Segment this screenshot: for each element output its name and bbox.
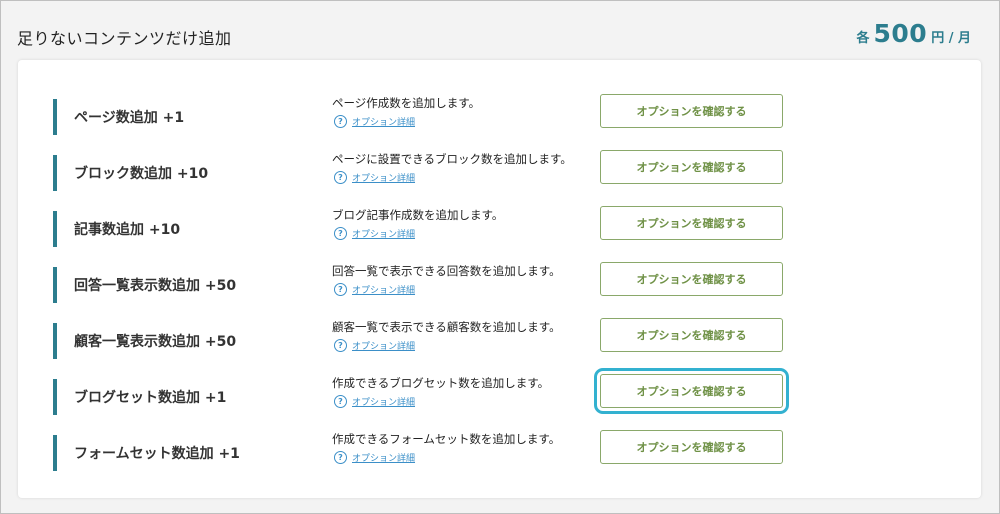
option-detail-link[interactable]: ? オプション詳細 [334, 115, 415, 128]
option-detail-label[interactable]: オプション詳細 [352, 451, 415, 464]
question-icon: ? [334, 115, 347, 128]
option-row: 記事数追加 +10 ブログ記事作成数を追加します。 ? オプション詳細 オプショ… [18, 206, 981, 262]
option-name: ページ数追加 +1 [74, 110, 185, 126]
option-description: ページ作成数を追加します。 [332, 96, 481, 110]
option-description: ブログ記事作成数を追加します。 [332, 208, 504, 222]
check-option-button[interactable]: オプションを確認する [594, 368, 789, 414]
option-name: 回答一覧表示数追加 +50 [74, 278, 237, 294]
options-card: ページ数追加 +1 ページ作成数を追加します。 ? オプション詳細 オプションを… [18, 60, 981, 498]
option-name: ブロック数追加 +10 [74, 166, 209, 182]
option-detail-label[interactable]: オプション詳細 [352, 395, 415, 408]
question-icon: ? [334, 227, 347, 240]
question-icon: ? [334, 451, 347, 464]
option-detail-label[interactable]: オプション詳細 [352, 115, 415, 128]
option-description: 作成できるブログセット数を追加します。 [332, 376, 550, 390]
accent-bar [53, 99, 57, 135]
price-amount: 500 [873, 19, 928, 48]
option-description: ページに設置できるブロック数を追加します。 [332, 152, 572, 166]
check-option-button[interactable]: オプションを確認する [600, 150, 783, 184]
check-option-button[interactable]: オプションを確認する [600, 94, 783, 128]
option-detail-link[interactable]: ? オプション詳細 [334, 395, 415, 408]
option-detail-label[interactable]: オプション詳細 [352, 339, 415, 352]
accent-bar [53, 267, 57, 303]
option-name: 記事数追加 +10 [74, 222, 181, 238]
option-name: 顧客一覧表示数追加 +50 [74, 334, 237, 350]
check-option-button[interactable]: オプションを確認する [600, 430, 783, 464]
option-detail-link[interactable]: ? オプション詳細 [334, 171, 415, 184]
question-icon: ? [334, 395, 347, 408]
question-icon: ? [334, 339, 347, 352]
option-row: フォームセット数追加 +1 作成できるフォームセット数を追加します。 ? オプシ… [18, 430, 981, 486]
option-row: ページ数追加 +1 ページ作成数を追加します。 ? オプション詳細 オプションを… [18, 94, 981, 150]
option-row: 顧客一覧表示数追加 +50 顧客一覧で表示できる顧客数を追加します。 ? オプシ… [18, 318, 981, 374]
check-option-button[interactable]: オプションを確認する [600, 206, 783, 240]
options-panel: 足りないコンテンツだけ追加 各 500 円 / 月 ページ数追加 +1 ページ作… [0, 0, 1000, 514]
check-option-button[interactable]: オプションを確認する [600, 262, 783, 296]
question-icon: ? [334, 171, 347, 184]
option-detail-link[interactable]: ? オプション詳細 [334, 339, 415, 352]
option-description: 作成できるフォームセット数を追加します。 [332, 432, 561, 446]
option-detail-label[interactable]: オプション詳細 [352, 283, 415, 296]
check-option-button[interactable]: オプションを確認する [600, 318, 783, 352]
option-row: ブロック数追加 +10 ページに設置できるブロック数を追加します。 ? オプショ… [18, 150, 981, 206]
option-description: 顧客一覧で表示できる顧客数を追加します。 [332, 320, 561, 334]
option-name: ブログセット数追加 +1 [74, 390, 227, 406]
option-row: ブログセット数追加 +1 作成できるブログセット数を追加します。 ? オプション… [18, 368, 981, 430]
option-detail-label[interactable]: オプション詳細 [352, 171, 415, 184]
accent-bar [53, 379, 57, 415]
question-icon: ? [334, 283, 347, 296]
accent-bar [53, 435, 57, 471]
price-prefix: 各 [856, 31, 870, 46]
option-name: フォームセット数追加 +1 [74, 446, 240, 462]
option-description: 回答一覧で表示できる回答数を追加します。 [332, 264, 561, 278]
option-detail-link[interactable]: ? オプション詳細 [334, 283, 415, 296]
accent-bar [53, 323, 57, 359]
option-detail-label[interactable]: オプション詳細 [352, 227, 415, 240]
accent-bar [53, 155, 57, 191]
page-title: 足りないコンテンツだけ追加 [17, 29, 232, 48]
option-detail-link[interactable]: ? オプション詳細 [334, 451, 415, 464]
price-unit: 円 / 月 [931, 31, 971, 46]
option-detail-link[interactable]: ? オプション詳細 [334, 227, 415, 240]
price-label: 各 500 円 / 月 [856, 19, 971, 48]
option-row: 回答一覧表示数追加 +50 回答一覧で表示できる回答数を追加します。 ? オプシ… [18, 262, 981, 318]
accent-bar [53, 211, 57, 247]
